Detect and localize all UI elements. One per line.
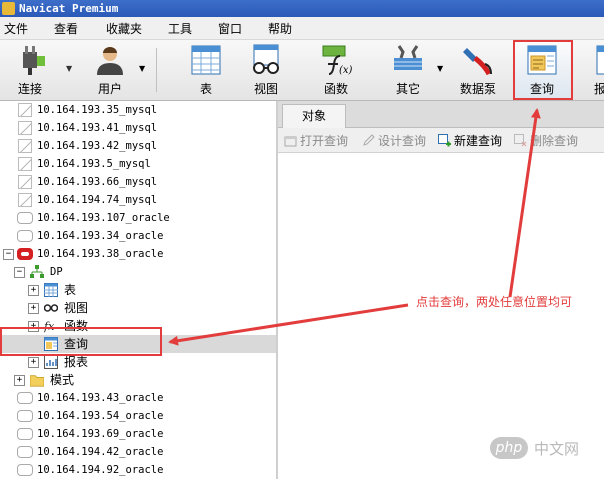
menu-tools[interactable]: 工具 — [168, 20, 192, 37]
tree-node-mode[interactable]: + 模式 — [0, 371, 276, 389]
expand-toggle[interactable]: + — [28, 285, 39, 296]
object-pane: 对象 打开查询 设计查询 新建查询 删除查询 — [278, 101, 604, 479]
mysql-connection-icon — [18, 157, 32, 171]
schema-icon — [30, 265, 44, 278]
expand-toggle[interactable]: + — [28, 357, 39, 368]
fuel-pump-icon — [463, 48, 492, 76]
navicat-logo-icon — [2, 2, 15, 15]
open-query-button[interactable]: 打开查询 — [284, 132, 348, 149]
tab-objects[interactable]: 对象 — [282, 104, 346, 128]
collapse-toggle[interactable]: − — [14, 267, 25, 278]
datapump-button[interactable]: 数据泵 — [452, 40, 504, 98]
function-button[interactable]: (x) 函数 — [310, 40, 362, 98]
menu-favorites[interactable]: 收藏夹 — [106, 20, 142, 37]
oracle-connection-icon — [17, 428, 33, 440]
other-button[interactable]: 其它 — [382, 40, 434, 98]
other-dropdown-arrow-icon[interactable]: ▼ — [437, 64, 443, 73]
new-query-plus-icon — [438, 134, 451, 147]
design-pencil-icon — [363, 134, 375, 146]
watermark-text: 中文网 — [534, 440, 580, 458]
report-button[interactable]: 报 — [584, 40, 604, 98]
query-tree-highlight — [0, 327, 162, 356]
tree-node-views[interactable]: + 视图 — [0, 299, 276, 317]
expand-toggle[interactable]: + — [14, 375, 25, 386]
table-icon — [191, 45, 221, 75]
tree-connection[interactable]: 10.164.193.34_oracle — [0, 227, 276, 245]
mysql-connection-icon — [18, 193, 32, 207]
oracle-connection-icon — [17, 248, 33, 260]
menu-help[interactable]: 帮助 — [268, 20, 292, 37]
connect-button[interactable]: 连接 ▼ — [2, 40, 72, 98]
menu-bar: 文件 查看 收藏夹 工具 窗口 帮助 — [0, 17, 604, 40]
view-button[interactable]: 视图 — [240, 40, 292, 98]
user-icon — [97, 47, 123, 75]
svg-text:(x): (x) — [339, 65, 353, 76]
oracle-connection-icon — [17, 392, 33, 404]
table-button[interactable]: 表 — [180, 40, 232, 98]
tree-connection[interactable]: 10.164.193.5_mysql — [0, 155, 276, 173]
query-toolbar-highlight — [513, 40, 573, 100]
toolbar-separator — [156, 48, 157, 92]
view-glasses-icon — [44, 304, 58, 312]
title-bar: Navicat Premium — [0, 0, 604, 17]
oracle-connection-icon — [17, 446, 33, 458]
annotation-text: 点击查询，两处任意位置均可 — [416, 295, 573, 309]
tree-connection[interactable]: 10.164.193.66_mysql — [0, 173, 276, 191]
mysql-connection-icon — [18, 175, 32, 189]
menu-file[interactable]: 文件 — [4, 20, 28, 37]
oracle-connection-icon — [17, 410, 33, 422]
report-icon — [596, 45, 604, 75]
function-fx-icon: (x) — [322, 45, 353, 76]
tree-connection[interactable]: 10.164.193.42_mysql — [0, 137, 276, 155]
tree-schema[interactable]: − DP — [0, 263, 276, 281]
tree-connection-active[interactable]: − 10.164.193.38_oracle — [0, 245, 276, 263]
tree-connection[interactable]: 10.164.193.54_oracle — [0, 407, 276, 425]
tab-bar: 对象 — [278, 101, 604, 128]
tree-connection[interactable]: 10.164.193.107_oracle — [0, 209, 276, 227]
tree-connection[interactable]: 10.164.194.74_mysql — [0, 191, 276, 209]
tree-connection[interactable]: 10.164.193.43_oracle — [0, 389, 276, 407]
new-query-button[interactable]: 新建查询 — [438, 132, 502, 149]
menu-view[interactable]: 查看 — [54, 20, 78, 37]
view-glasses-icon — [253, 44, 279, 74]
window-title: Navicat Premium — [19, 2, 119, 15]
user-dropdown-arrow-icon[interactable]: ▼ — [139, 64, 145, 73]
php-logo: php — [490, 437, 528, 459]
tree-connection[interactable]: 10.164.194.42_oracle — [0, 443, 276, 461]
tree-connection[interactable]: 10.164.193.69_oracle — [0, 425, 276, 443]
mysql-connection-icon — [18, 103, 32, 117]
oracle-connection-icon — [17, 230, 33, 242]
tools-icon — [394, 45, 422, 70]
open-query-icon — [284, 136, 297, 147]
report-icon — [44, 355, 58, 369]
delete-query-button[interactable]: 删除查询 — [514, 132, 578, 149]
tree-node-tables[interactable]: + 表 — [0, 281, 276, 299]
tree-connection[interactable]: 10.164.194.92_oracle — [0, 461, 276, 479]
oracle-connection-icon — [17, 212, 33, 224]
object-toolbar: 打开查询 设计查询 新建查询 删除查询 — [278, 128, 604, 153]
design-query-button[interactable]: 设计查询 — [362, 132, 426, 149]
tree-connection[interactable]: 10.164.193.41_mysql — [0, 119, 276, 137]
connect-dropdown-arrow-icon[interactable]: ▼ — [66, 64, 72, 73]
mysql-connection-icon — [18, 139, 32, 153]
folder-icon — [30, 375, 44, 387]
watermark: php 中文网 — [490, 437, 602, 459]
table-icon — [44, 283, 58, 297]
expand-toggle[interactable]: + — [28, 303, 39, 314]
collapse-toggle[interactable]: − — [3, 249, 14, 260]
tree-connection[interactable]: 10.164.193.35_mysql — [0, 101, 276, 119]
mysql-connection-icon — [18, 121, 32, 135]
user-button[interactable]: 用户 — [84, 40, 136, 98]
menu-window[interactable]: 窗口 — [218, 20, 242, 37]
plug-icon — [23, 46, 45, 75]
connection-tree[interactable]: 10.164.193.35_mysql 10.164.193.41_mysql … — [0, 101, 278, 479]
delete-query-icon — [514, 134, 527, 147]
oracle-connection-icon — [17, 464, 33, 476]
